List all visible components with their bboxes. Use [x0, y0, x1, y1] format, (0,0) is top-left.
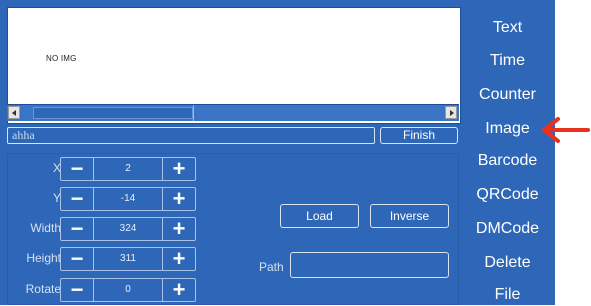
text-input[interactable]: ahha [7, 127, 375, 144]
increment-button[interactable]: + [162, 248, 195, 270]
no-image-placeholder: NO IMG [46, 54, 77, 63]
scroll-left-icon[interactable] [8, 106, 20, 119]
increment-button[interactable]: + [162, 279, 195, 301]
property-row-width: Width − 324 + [7, 217, 207, 241]
decrement-button[interactable]: − [61, 279, 94, 301]
property-label: Height [26, 251, 61, 265]
increment-button[interactable]: + [162, 188, 195, 210]
menu-item-text[interactable]: Text [460, 17, 555, 39]
scroll-right-icon[interactable] [445, 106, 457, 119]
width-stepper: − 324 + [60, 217, 196, 241]
property-row-x: X − 2 + [7, 157, 207, 181]
rotate-stepper: − 0 + [60, 278, 196, 302]
decrement-button[interactable]: − [61, 188, 94, 210]
height-stepper: − 311 + [60, 247, 196, 271]
menu-item-barcode[interactable]: Barcode [460, 150, 555, 172]
decrement-button[interactable]: − [61, 248, 94, 270]
increment-button[interactable]: + [162, 158, 195, 180]
inverse-button[interactable]: Inverse [370, 204, 449, 228]
menu-item-dmcode[interactable]: DMCode [460, 218, 555, 240]
height-value[interactable]: 311 [94, 248, 162, 270]
width-value[interactable]: 324 [94, 218, 162, 240]
path-input[interactable] [290, 252, 449, 278]
side-menu: Text Time Counter Image Barcode QRCode D… [460, 0, 555, 305]
path-label: Path [259, 260, 284, 274]
horizontal-scrollbar[interactable] [7, 104, 459, 121]
menu-item-counter[interactable]: Counter [460, 84, 555, 106]
rotate-value[interactable]: 0 [94, 279, 162, 301]
load-button[interactable]: Load [280, 204, 359, 228]
x-stepper: − 2 + [60, 157, 196, 181]
property-row-y: Y − -14 + [7, 187, 207, 211]
scrollbar-divider [193, 105, 194, 121]
red-arrow-left-icon [542, 117, 590, 143]
scrollbar-thumb[interactable] [33, 107, 193, 119]
x-value[interactable]: 2 [94, 158, 162, 180]
y-value[interactable]: -14 [94, 188, 162, 210]
menu-item-qrcode[interactable]: QRCode [460, 184, 555, 206]
increment-button[interactable]: + [162, 218, 195, 240]
property-label: Width [30, 221, 61, 235]
property-label: Rotate [25, 282, 61, 296]
property-row-height: Height − 311 + [7, 247, 207, 271]
finish-button[interactable]: Finish [380, 127, 458, 144]
menu-item-time[interactable]: Time [460, 50, 555, 72]
editor-panel: NO IMG ahha Finish X − 2 + Y − -14 + Wid… [0, 0, 555, 305]
property-row-rotate: Rotate − 0 + [7, 278, 207, 302]
menu-item-delete[interactable]: Delete [460, 252, 555, 274]
decrement-button[interactable]: − [61, 218, 94, 240]
y-stepper: − -14 + [60, 187, 196, 211]
decrement-button[interactable]: − [61, 158, 94, 180]
menu-item-file[interactable]: File [460, 284, 555, 306]
